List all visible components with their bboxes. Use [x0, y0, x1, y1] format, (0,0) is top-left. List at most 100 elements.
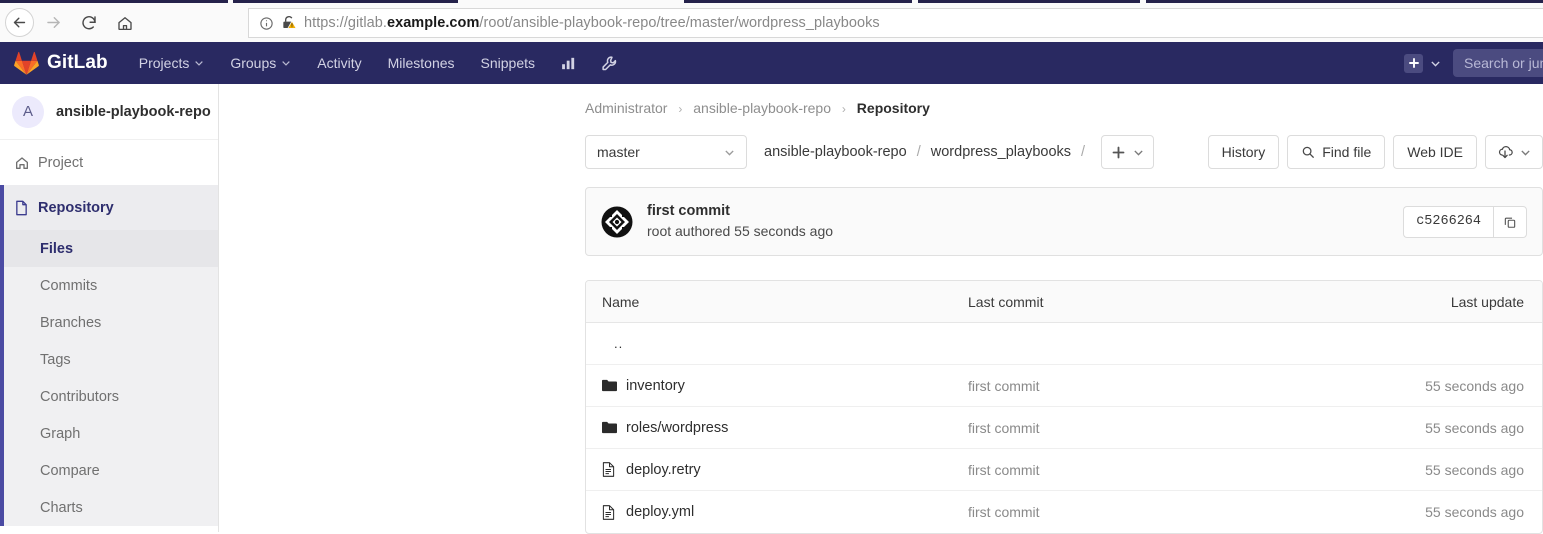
find-file-button[interactable]: Find file: [1287, 135, 1386, 169]
file-name-link[interactable]: roles/wordpress: [626, 420, 728, 436]
nav-item-snippets[interactable]: Snippets: [468, 42, 548, 84]
sidebar-subitem-branches[interactable]: Branches: [0, 304, 218, 341]
chevron-down-icon: [195, 61, 204, 66]
table-row[interactable]: deploy.retry first commit 55 seconds ago: [586, 449, 1542, 491]
folder-icon: [602, 379, 626, 392]
sidebar-item-label: Repository: [38, 199, 114, 216]
sidebar-subitem-tags[interactable]: Tags: [0, 341, 218, 378]
url-prefix: https://gitlab.: [304, 15, 387, 31]
sidebar-subitem-label: Commits: [40, 277, 98, 294]
cloud-download-icon: [1498, 146, 1513, 159]
breadcrumb-project[interactable]: ansible-playbook-repo: [693, 100, 831, 116]
last-commit-panel: first commit root authored 55 seconds ag…: [585, 187, 1543, 256]
commit-text: first commit root authored 55 seconds ag…: [647, 202, 833, 241]
column-header-last-commit: Last commit: [968, 293, 1044, 310]
sidebar-subitem-graph[interactable]: Graph: [0, 415, 218, 452]
path-dir-link[interactable]: wordpress_playbooks: [931, 144, 1071, 160]
file-name-link[interactable]: deploy.retry: [626, 462, 701, 478]
column-header-name: Name: [602, 293, 640, 310]
chevron-down-icon: [282, 61, 291, 66]
project-sidebar: A ansible-playbook-repo Project Reposito…: [0, 84, 219, 532]
gitlab-logo-link[interactable]: GitLab: [0, 51, 108, 75]
history-button[interactable]: History: [1207, 135, 1280, 169]
parent-directory-row[interactable]: ..: [586, 323, 1542, 365]
add-to-tree-button[interactable]: [1101, 135, 1155, 169]
search-input[interactable]: Search or jum: [1453, 49, 1543, 77]
file-name-cell: inventory: [586, 378, 968, 394]
last-commit-cell[interactable]: first commit: [968, 420, 1356, 436]
path-root-link[interactable]: ansible-playbook-repo: [764, 144, 907, 160]
sidebar-subitem-commits[interactable]: Commits: [0, 267, 218, 304]
sidebar-project-header[interactable]: A ansible-playbook-repo: [0, 84, 218, 140]
download-button[interactable]: [1485, 135, 1543, 169]
chart-icon: [562, 57, 575, 69]
home-button[interactable]: [108, 6, 142, 40]
sidebar-item-project[interactable]: Project: [0, 140, 218, 185]
sidebar-subitem-label: Contributors: [40, 388, 119, 405]
branch-selector[interactable]: master: [585, 135, 747, 169]
url-domain: example.com: [386, 15, 480, 31]
forward-button[interactable]: [36, 6, 70, 40]
reload-button[interactable]: [72, 6, 106, 40]
table-row[interactable]: roles/wordpress first commit 55 seconds …: [586, 407, 1542, 449]
gitlab-tanuki-icon: [14, 51, 39, 75]
file-icon: [602, 462, 626, 477]
file-name-link[interactable]: inventory: [626, 378, 685, 394]
breadcrumb: Administrator › ansible-playbook-repo › …: [585, 84, 1543, 116]
info-circle-icon: [260, 16, 273, 30]
commit-message[interactable]: first commit: [647, 202, 833, 221]
nav-item-milestones[interactable]: Milestones: [375, 42, 468, 84]
main-content: Administrator › ansible-playbook-repo › …: [219, 84, 1543, 534]
nav-item-admin[interactable]: [589, 42, 630, 84]
sidebar-subitem-charts[interactable]: Charts: [0, 489, 218, 526]
last-commit-cell[interactable]: first commit: [968, 378, 1356, 394]
file-tree-table: Name Last commit Last update .. inventor…: [585, 280, 1543, 534]
chevron-down-icon: [1133, 149, 1143, 156]
sidebar-subitem-files[interactable]: Files: [0, 230, 218, 267]
file-name-link[interactable]: deploy.yml: [626, 504, 694, 520]
arrow-left-icon: [13, 17, 26, 28]
nav-item-analytics[interactable]: [548, 42, 589, 84]
nav-item-activity[interactable]: Activity: [304, 42, 374, 84]
wrench-icon: [602, 55, 617, 70]
chevron-down-icon: [1431, 60, 1440, 67]
last-commit-cell[interactable]: first commit: [968, 504, 1356, 520]
nav-item-groups[interactable]: Groups: [217, 42, 304, 84]
history-label: History: [1221, 144, 1266, 160]
nav-label: Groups: [230, 55, 277, 71]
back-button[interactable]: [5, 8, 34, 37]
last-update-cell: 55 seconds ago: [1425, 419, 1524, 436]
parent-directory-link[interactable]: ..: [586, 336, 968, 351]
nav-label: Projects: [138, 55, 190, 71]
page-info-button[interactable]: [259, 16, 274, 31]
copy-sha-button[interactable]: [1493, 205, 1527, 238]
plus-icon: [1112, 146, 1124, 158]
plus-square-icon: [1404, 53, 1423, 73]
repository-toolbar: master ansible-playbook-repo / wordpress…: [585, 135, 1543, 169]
commit-sha[interactable]: c5266264: [1403, 205, 1493, 238]
last-commit-cell[interactable]: first commit: [968, 462, 1356, 478]
sidebar-subitem-compare[interactable]: Compare: [0, 452, 218, 489]
breadcrumb-owner[interactable]: Administrator: [585, 100, 667, 116]
web-ide-button[interactable]: Web IDE: [1393, 135, 1477, 169]
nav-item-projects[interactable]: Projects: [126, 42, 218, 84]
file-name-cell: deploy.retry: [586, 462, 968, 478]
commit-sha-group: c5266264: [1403, 205, 1527, 238]
insecure-lock-warning-icon: [283, 16, 297, 29]
plus-icon: [1408, 58, 1419, 68]
sidebar-item-repository[interactable]: Repository: [0, 185, 218, 230]
address-bar[interactable]: https://gitlab.example.com/root/ansible-…: [248, 8, 1543, 38]
path-separator: /: [1081, 144, 1086, 160]
url-path: /root/ansible-playbook-repo/tree/master/…: [479, 15, 880, 31]
navbar-menu: Projects Groups Activity Milestones Snip…: [126, 42, 630, 84]
browser-nav-buttons: [0, 6, 142, 40]
connection-security-button[interactable]: [281, 15, 297, 31]
sidebar-project-name: ansible-playbook-repo: [56, 103, 211, 120]
table-row[interactable]: inventory first commit 55 seconds ago: [586, 365, 1542, 407]
new-item-button[interactable]: [1404, 53, 1453, 73]
last-update-cell: 55 seconds ago: [1425, 461, 1524, 478]
sidebar-subitem-contributors[interactable]: Contributors: [0, 378, 218, 415]
copy-icon: [1504, 217, 1516, 228]
toolbar-actions: History Find file Web IDE: [1207, 135, 1543, 169]
table-row[interactable]: deploy.yml first commit 55 seconds ago: [586, 491, 1542, 533]
